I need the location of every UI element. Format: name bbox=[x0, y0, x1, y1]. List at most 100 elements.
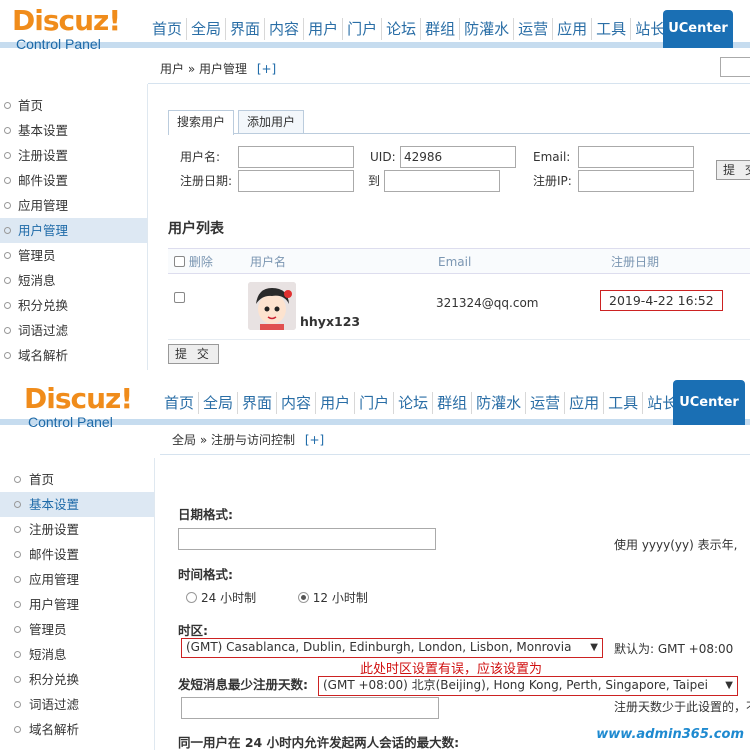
tab-bar: 搜索用户 添加用户 bbox=[168, 110, 750, 135]
username-column-header: 用户名 bbox=[250, 255, 287, 269]
regip-input[interactable] bbox=[578, 170, 694, 192]
nav-item-apps[interactable]: 应用 bbox=[565, 392, 605, 414]
nav-item-apps[interactable]: 应用 bbox=[553, 18, 593, 40]
nav-item-content[interactable]: 内容 bbox=[265, 18, 305, 40]
timezone-error-note: 此处时区设置有误，应该设置为 bbox=[360, 662, 543, 677]
sidebar-item-mail[interactable]: 邮件设置 bbox=[0, 542, 154, 567]
sidebar-item-credits[interactable]: 积分兑换 bbox=[0, 667, 154, 692]
tab-add-user[interactable]: 添加用户 bbox=[238, 110, 305, 133]
breadcrumb-add-button[interactable]: [+] bbox=[257, 62, 276, 76]
row-delete-checkbox[interactable] bbox=[174, 292, 185, 303]
sidebar-item-admins[interactable]: 管理员 bbox=[0, 617, 154, 642]
chevron-down-icon: ▼ bbox=[590, 642, 598, 653]
regdate-to-input[interactable] bbox=[384, 170, 500, 192]
sidebar-item-basic-settings[interactable]: 基本设置 bbox=[0, 118, 147, 143]
row-username[interactable]: hhyx123 bbox=[300, 314, 360, 329]
email-column-header: Email bbox=[438, 255, 472, 269]
header: Discuz! Control Panel 首页 全局 界面 内容 用户 门户 … bbox=[0, 380, 750, 430]
nav-item-operations[interactable]: 运营 bbox=[526, 392, 566, 414]
sidebar-item-home[interactable]: 首页 bbox=[0, 467, 154, 492]
sidebar-item-pm[interactable]: 短消息 bbox=[0, 268, 147, 293]
sidebar-item-basic-settings[interactable]: 基本设置 bbox=[0, 492, 154, 517]
regdate-column-header: 注册日期 bbox=[611, 255, 660, 269]
username-input[interactable] bbox=[238, 146, 354, 168]
regdate-to-label: 到 bbox=[368, 174, 381, 188]
pm-min-days-input[interactable] bbox=[181, 697, 439, 719]
user-list-title: 用户列表 bbox=[168, 221, 224, 237]
nav-item-interface[interactable]: 界面 bbox=[238, 392, 278, 414]
sidebar-item-registration[interactable]: 注册设置 bbox=[0, 143, 147, 168]
uid-input[interactable]: 42986 bbox=[400, 146, 516, 168]
time-12-label: 12 小时制 bbox=[312, 591, 368, 605]
date-format-input[interactable] bbox=[178, 528, 436, 550]
watermark: www.admin365.com bbox=[596, 727, 744, 742]
breadcrumb-text: 用户 » 用户管理 bbox=[160, 62, 247, 76]
sidebar-item-users[interactable]: 用户管理 bbox=[0, 218, 147, 243]
nav-item-portal[interactable]: 门户 bbox=[355, 392, 395, 414]
sidebar: 首页 基本设置 注册设置 邮件设置 应用管理 用户管理 管理员 短消息 积分兑换… bbox=[0, 84, 148, 370]
sidebar-item-domain[interactable]: 域名解析 bbox=[0, 343, 147, 368]
nav-item-portal[interactable]: 门户 bbox=[343, 18, 383, 40]
delete-column-header: 删除 bbox=[188, 255, 213, 269]
sidebar-item-word-filter[interactable]: 词语过滤 bbox=[0, 692, 154, 717]
email-input[interactable] bbox=[578, 146, 694, 168]
timezone-select-value: (GMT) Casablanca, Dublin, Edinburgh, Lon… bbox=[186, 640, 572, 654]
nav-item-global[interactable]: 全局 bbox=[187, 18, 227, 40]
breadcrumb-text: 全局 » 注册与访问控制 bbox=[172, 433, 295, 447]
nav-item-antispam[interactable]: 防灌水 bbox=[472, 392, 527, 414]
time-24-label: 24 小时制 bbox=[201, 591, 257, 605]
nav-item-home[interactable]: 首页 bbox=[160, 392, 200, 414]
tab-search-users[interactable]: 搜索用户 bbox=[168, 110, 235, 135]
sidebar-item-users[interactable]: 用户管理 bbox=[0, 592, 154, 617]
nav-item-groups[interactable]: 群组 bbox=[421, 18, 461, 40]
main-content: 日期格式: 使用 yyyy(yy) 表示年, 时间格式: 24 小时制 12 小… bbox=[178, 504, 750, 750]
sidebar-item-admins[interactable]: 管理员 bbox=[0, 243, 147, 268]
timezone-default-hint: 默认为: GMT +08:00 bbox=[614, 642, 734, 656]
sidebar-item-home[interactable]: 首页 bbox=[0, 93, 147, 118]
table-row: hhyx123 321324@qq.com 2019-4-22 16:52 bbox=[168, 274, 750, 340]
nav-item-global[interactable]: 全局 bbox=[199, 392, 239, 414]
breadcrumb: 用户 » 用户管理 [+] bbox=[148, 54, 750, 84]
row-email: 321324@qq.com bbox=[436, 296, 539, 310]
nav-item-forum[interactable]: 论坛 bbox=[394, 392, 434, 414]
pm-min-days-label: 发短消息最少注册天数: bbox=[178, 677, 308, 692]
sidebar-item-registration[interactable]: 注册设置 bbox=[0, 517, 154, 542]
sidebar: 首页 基本设置 注册设置 邮件设置 应用管理 用户管理 管理员 短消息 积分兑换… bbox=[0, 458, 155, 750]
ucenter-tab[interactable]: UCenter bbox=[663, 10, 733, 48]
time-12-radio[interactable] bbox=[297, 592, 309, 603]
list-submit-button[interactable]: 提 交 bbox=[168, 344, 219, 364]
sidebar-item-apps[interactable]: 应用管理 bbox=[0, 193, 147, 218]
nav-item-tools[interactable]: 工具 bbox=[604, 392, 644, 414]
sidebar-item-word-filter[interactable]: 词语过滤 bbox=[0, 318, 147, 343]
search-submit-button[interactable]: 提 交 bbox=[716, 160, 750, 180]
timezone-label: 时区: bbox=[178, 623, 208, 638]
nav-item-tools[interactable]: 工具 bbox=[592, 18, 632, 40]
logo-subtitle: Control Panel bbox=[16, 36, 101, 52]
nav-item-forum[interactable]: 论坛 bbox=[382, 18, 422, 40]
nav-item-home[interactable]: 首页 bbox=[148, 18, 188, 40]
nav-item-operations[interactable]: 运营 bbox=[514, 18, 554, 40]
nav-item-users[interactable]: 用户 bbox=[304, 18, 344, 40]
breadcrumb-add-button[interactable]: [+] bbox=[305, 433, 324, 447]
time-24-radio[interactable] bbox=[186, 592, 197, 603]
top-search-input[interactable] bbox=[720, 57, 750, 77]
nav-item-content[interactable]: 内容 bbox=[277, 392, 317, 414]
sidebar-item-credits[interactable]: 积分兑换 bbox=[0, 293, 147, 318]
regdate-from-input[interactable] bbox=[238, 170, 354, 192]
nav-item-antispam[interactable]: 防灌水 bbox=[460, 18, 515, 40]
logo-subtitle: Control Panel bbox=[28, 414, 113, 430]
timezone-select[interactable]: (GMT) Casablanca, Dublin, Edinburgh, Lon… bbox=[181, 638, 603, 658]
regip-label: 注册IP: bbox=[533, 174, 572, 188]
sidebar-item-domain[interactable]: 域名解析 bbox=[0, 717, 154, 742]
select-all-checkbox[interactable] bbox=[174, 256, 185, 267]
ucenter-tab[interactable]: UCenter bbox=[673, 380, 745, 425]
sidebar-item-pm[interactable]: 短消息 bbox=[0, 642, 154, 667]
nav-item-groups[interactable]: 群组 bbox=[433, 392, 473, 414]
header: Discuz! Control Panel 首页 全局 界面 内容 用户 门户 … bbox=[0, 0, 750, 52]
nav-item-users[interactable]: 用户 bbox=[316, 392, 356, 414]
timezone-correct-select[interactable]: (GMT +08:00) 北京(Beijing), Hong Kong, Per… bbox=[318, 676, 738, 696]
sidebar-item-apps[interactable]: 应用管理 bbox=[0, 567, 154, 592]
nav-item-interface[interactable]: 界面 bbox=[226, 18, 266, 40]
username-label: 用户名: bbox=[180, 150, 221, 164]
sidebar-item-mail[interactable]: 邮件设置 bbox=[0, 168, 147, 193]
